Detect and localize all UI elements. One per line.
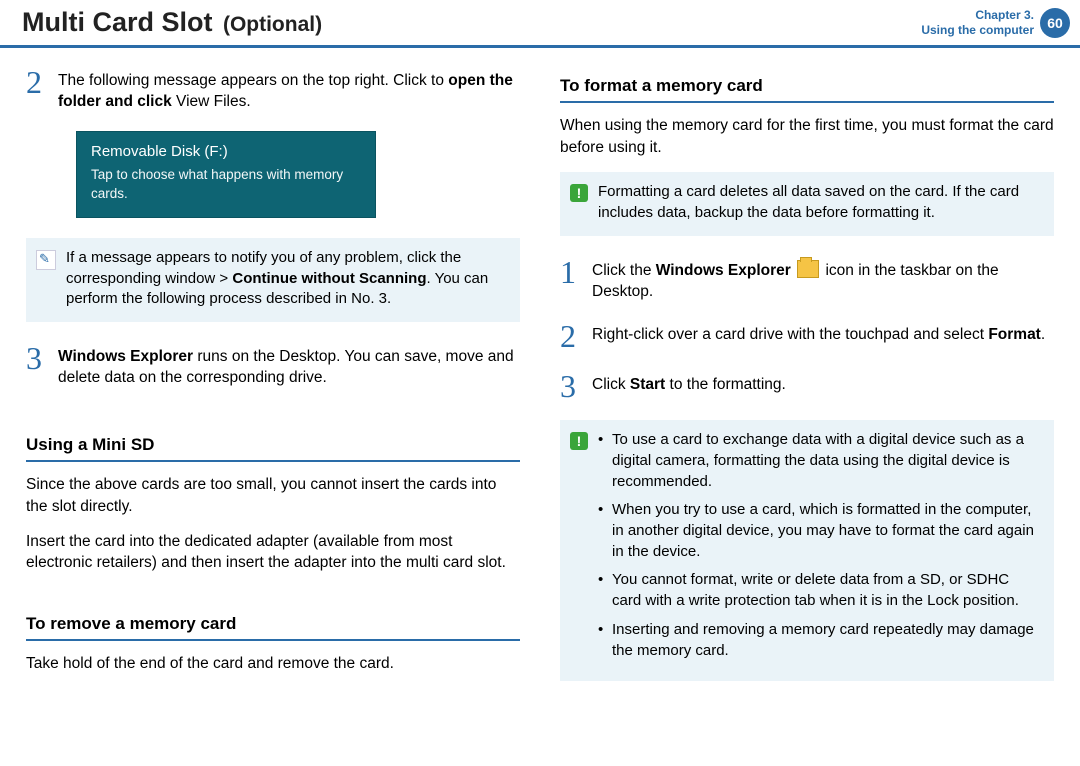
text: Right-click over a card drive with the t…: [592, 326, 988, 343]
text: View Files.: [172, 93, 251, 110]
format-step-1: 1 Click the Windows Explorer icon in the…: [560, 256, 1054, 303]
text: Click the: [592, 262, 656, 279]
step-body: Click Start to the formatting.: [592, 370, 786, 395]
warning-icon: !: [570, 432, 588, 450]
step-number: 1: [560, 256, 580, 288]
right-column: To format a memory card When using the m…: [560, 66, 1054, 701]
title-optional: (Optional): [223, 13, 322, 36]
text-bold: Windows Explorer: [58, 348, 193, 365]
warning-note-list: ! To use a card to exchange data with a …: [560, 420, 1054, 681]
content-columns: 2 The following message appears on the t…: [0, 48, 1080, 701]
note-text: Formatting a card deletes all data saved…: [598, 182, 1040, 223]
autoplay-subtitle: Tap to choose what happens with memory c…: [91, 166, 361, 202]
text-bold: Continue without Scanning: [232, 270, 426, 287]
text-bold: Windows Explorer: [656, 262, 791, 279]
list-item: Inserting and removing a memory card rep…: [598, 620, 1040, 661]
note-list: To use a card to exchange data with a di…: [598, 430, 1040, 669]
step-body: Click the Windows Explorer icon in the t…: [592, 256, 1054, 303]
subhead-mini-sd: Using a Mini SD: [26, 433, 520, 462]
paragraph: When using the memory card for the first…: [560, 115, 1054, 158]
subhead-remove-card: To remove a memory card: [26, 612, 520, 641]
step-body: The following message appears on the top…: [58, 66, 520, 113]
title-main: Multi Card Slot: [22, 7, 213, 37]
step-number: 3: [560, 370, 580, 402]
format-step-2: 2 Right-click over a card drive with the…: [560, 320, 1054, 352]
list-item: You cannot format, write or delete data …: [598, 570, 1040, 611]
text: Click: [592, 376, 630, 393]
chapter-line1: Chapter 3.: [921, 8, 1034, 23]
paragraph: Take hold of the end of the card and rem…: [26, 653, 520, 674]
text-bold: Format: [988, 326, 1041, 343]
list-item: To use a card to exchange data with a di…: [598, 430, 1040, 492]
step-3: 3 Windows Explorer runs on the Desktop. …: [26, 342, 520, 389]
subhead-format-card: To format a memory card: [560, 74, 1054, 103]
info-note: If a message appears to notify you of an…: [26, 238, 520, 322]
step-body: Windows Explorer runs on the Desktop. Yo…: [58, 342, 520, 389]
warning-icon: !: [570, 184, 588, 202]
step-number: 2: [26, 66, 46, 98]
left-column: 2 The following message appears on the t…: [26, 66, 520, 701]
paragraph: Insert the card into the dedicated adapt…: [26, 531, 520, 574]
step-number: 3: [26, 342, 46, 374]
chapter-label: Chapter 3. Using the computer: [921, 8, 1034, 38]
windows-explorer-icon: [797, 260, 819, 278]
step-2: 2 The following message appears on the t…: [26, 66, 520, 113]
header-right: Chapter 3. Using the computer 60: [921, 8, 1080, 38]
text-bold: Start: [630, 376, 665, 393]
text: to the formatting.: [665, 376, 786, 393]
autoplay-title: Removable Disk (F:): [91, 142, 361, 163]
note-text: If a message appears to notify you of an…: [66, 248, 506, 310]
format-step-3: 3 Click Start to the formatting.: [560, 370, 1054, 402]
warning-note: ! Formatting a card deletes all data sav…: [560, 172, 1054, 235]
text: .: [1041, 326, 1045, 343]
paragraph: Since the above cards are too small, you…: [26, 474, 520, 517]
note-icon: [36, 250, 56, 270]
page-header: Multi Card Slot (Optional) Chapter 3. Us…: [0, 0, 1080, 48]
autoplay-toast: Removable Disk (F:) Tap to choose what h…: [76, 131, 376, 218]
text: The following message appears on the top…: [58, 72, 448, 89]
chapter-line2: Using the computer: [921, 23, 1034, 38]
page-number-badge: 60: [1040, 8, 1070, 38]
step-body: Right-click over a card drive with the t…: [592, 320, 1045, 345]
step-number: 2: [560, 320, 580, 352]
page-title: Multi Card Slot (Optional): [22, 7, 322, 38]
list-item: When you try to use a card, which is for…: [598, 500, 1040, 562]
